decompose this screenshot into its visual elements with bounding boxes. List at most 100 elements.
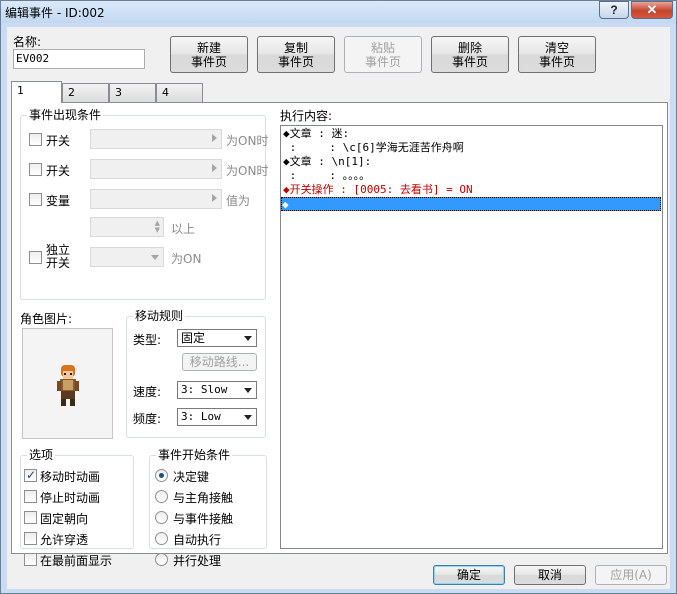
- trigger-label: 自动执行: [173, 533, 222, 547]
- contents-label: 执行内容:: [280, 109, 333, 123]
- option-label: 移动时动画: [40, 470, 101, 484]
- condition-switch1-checkbox[interactable]: [29, 133, 42, 146]
- new-page-button[interactable]: 新建 事件页: [170, 36, 248, 73]
- paste-page-button[interactable]: 粘贴 事件页: [344, 36, 422, 73]
- condition-switch1-select[interactable]: [90, 129, 222, 149]
- ok-button[interactable]: 确定: [433, 565, 505, 585]
- arrow-right-icon: [212, 164, 217, 172]
- move-freq-label: 频度:: [133, 412, 162, 426]
- name-input[interactable]: EV002: [13, 49, 145, 69]
- command-line[interactable]: : : \c[6]学海无涯苦作舟啊: [283, 141, 464, 155]
- trigger-label: 决定键: [173, 470, 210, 484]
- option-label: 固定朝向: [40, 512, 89, 526]
- tab-page-panel: 事件出现条件 开关 为ON时 开关 为ON时 变量 值为 ▲ ▼ 以上 独立 开关: [11, 102, 668, 568]
- condition-switch2-checkbox[interactable]: [29, 163, 42, 176]
- condition-switch2-label: 开关: [46, 164, 71, 178]
- spinner-arrows-icon: ▲ ▼: [154, 219, 160, 234]
- option-label: 停止时动画: [40, 491, 101, 505]
- copy-page-button[interactable]: 复制 事件页: [257, 36, 335, 73]
- paste-page-button-label: 粘贴 事件页: [364, 40, 401, 69]
- option-always-on-top-checkbox[interactable]: [24, 553, 37, 566]
- condition-variable-select[interactable]: [90, 189, 222, 209]
- event-editor-window: 编辑事件 - ID:002 ? ✕ 名称: EV002 新建 事件页 复制 事件…: [0, 0, 677, 594]
- chevron-down-icon: [244, 388, 252, 393]
- condition-variable-label: 变量: [46, 194, 71, 208]
- move-type-select[interactable]: 固定: [177, 329, 257, 347]
- condition-self-switch-label: 独立 开关: [46, 243, 71, 270]
- move-route-button-label: 移动路线...: [189, 355, 250, 369]
- help-button[interactable]: ?: [599, 1, 629, 19]
- close-button[interactable]: ✕: [631, 1, 673, 19]
- tab-page-2[interactable]: 2: [62, 83, 109, 102]
- trigger-group: 事件开始条件 决定键 与主角接触 与事件接触 自动执行 并行处理: [149, 448, 267, 568]
- option-step-anime-checkbox[interactable]: [24, 490, 37, 503]
- trigger-parallel-radio[interactable]: [155, 553, 168, 566]
- option-label: 允许穿透: [40, 533, 89, 547]
- copy-page-button-label: 复制 事件页: [277, 40, 314, 69]
- clear-page-button[interactable]: 清空 事件页: [518, 36, 596, 73]
- options-group: 选项 移动时动画 停止时动画 固定朝向 允许穿透: [20, 448, 134, 568]
- move-speed-label: 速度:: [133, 385, 162, 399]
- graphic-label: 角色图片:: [20, 312, 73, 326]
- condition-self-switch-suffix: 为ON: [171, 252, 202, 266]
- trigger-event-touch-radio[interactable]: [155, 511, 168, 524]
- dialog-client: 名称: EV002 新建 事件页 复制 事件页 粘贴 事件页 删除 事件页 清空…: [7, 27, 670, 589]
- trigger-action-radio[interactable]: [155, 469, 168, 482]
- arrow-right-icon: [212, 194, 217, 202]
- option-through-checkbox[interactable]: [24, 532, 37, 545]
- options-title: 选项: [27, 448, 56, 462]
- tab-page-1[interactable]: 1: [11, 81, 62, 103]
- move-route-button[interactable]: 移动路线...: [182, 353, 257, 371]
- delete-page-button-label: 删除 事件页: [451, 40, 488, 69]
- condition-variable-checkbox[interactable]: [29, 193, 42, 206]
- trigger-player-touch-radio[interactable]: [155, 490, 168, 503]
- arrow-right-icon: [212, 134, 217, 142]
- trigger-label: 与主角接触: [173, 491, 234, 505]
- condition-switch2-select[interactable]: [90, 159, 222, 179]
- condition-self-switch-select[interactable]: [90, 247, 164, 267]
- tab-page-3[interactable]: 3: [109, 83, 156, 102]
- condition-switch1-suffix: 为ON时: [226, 134, 269, 148]
- command-line[interactable]: ◆文章 : \n[1]:: [283, 155, 371, 169]
- condition-switch2-suffix: 为ON时: [226, 164, 269, 178]
- conditions-group: 事件出现条件 开关 为ON时 开关 为ON时 变量 值为 ▲ ▼ 以上 独立 开关: [20, 108, 269, 300]
- command-line[interactable]: ◆文章 : 迷:: [283, 127, 349, 141]
- move-freq-select[interactable]: 3: Low: [177, 408, 257, 426]
- move-speed-select[interactable]: 3: Slow: [177, 381, 257, 399]
- delete-page-button[interactable]: 删除 事件页: [431, 36, 509, 73]
- new-page-button-label: 新建 事件页: [190, 40, 227, 69]
- condition-self-switch-checkbox[interactable]: [29, 251, 42, 264]
- trigger-label: 与事件接触: [173, 512, 234, 526]
- option-walk-anime-checkbox[interactable]: [24, 468, 37, 482]
- chevron-down-icon: [151, 255, 159, 260]
- event-commands-list[interactable]: ◆文章 : 迷: : : \c[6]学海无涯苦作舟啊 ◆文章 : \n[1]: …: [280, 125, 663, 549]
- tab-page-4[interactable]: 4: [156, 83, 203, 102]
- condition-variable-value-spinner[interactable]: ▲ ▼: [90, 217, 164, 237]
- apply-button-label: 应用(A): [610, 568, 652, 582]
- character-graphic[interactable]: [22, 328, 113, 439]
- condition-variable-suffix: 值为: [226, 194, 251, 208]
- command-line-selected[interactable]: ◆: [281, 197, 661, 211]
- chevron-down-icon: [244, 336, 252, 341]
- conditions-title: 事件出现条件: [27, 108, 104, 122]
- trigger-title: 事件开始条件: [156, 448, 233, 462]
- move-type-label: 类型:: [133, 333, 162, 347]
- clear-page-button-label: 清空 事件页: [538, 40, 575, 69]
- trigger-autorun-radio[interactable]: [155, 532, 168, 545]
- name-label: 名称:: [13, 35, 42, 49]
- character-sprite-icon: [57, 365, 79, 406]
- apply-button[interactable]: 应用(A): [595, 565, 667, 585]
- move-type-value: 固定: [181, 331, 206, 345]
- cancel-button[interactable]: 取消: [514, 565, 586, 585]
- ok-button-label: 确定: [456, 568, 481, 582]
- command-line-switch[interactable]: ◆开关操作 : [0005: 去看书] = ON: [283, 183, 473, 197]
- title-bar[interactable]: 编辑事件 - ID:002 ? ✕: [1, 1, 676, 23]
- option-direction-fix-checkbox[interactable]: [24, 511, 37, 524]
- chevron-down-icon: [244, 415, 252, 420]
- command-line[interactable]: : : 。。。。: [283, 169, 371, 183]
- move-freq-value: 3: Low: [181, 410, 221, 423]
- option-label: 在最前面显示: [40, 554, 113, 568]
- movement-title: 移动规则: [133, 309, 186, 323]
- condition-switch1-label: 开关: [46, 134, 71, 148]
- movement-group: 移动规则 类型: 固定 移动路线... 速度: 3: Slow 频度: 3: L…: [126, 309, 266, 438]
